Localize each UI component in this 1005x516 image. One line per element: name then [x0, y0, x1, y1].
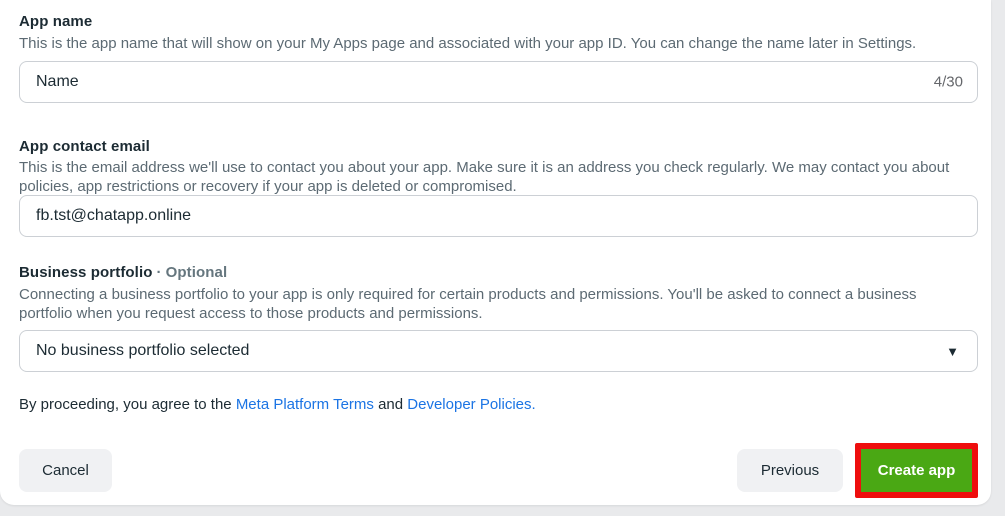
terms-prefix: By proceeding, you agree to the: [19, 396, 236, 413]
target-highlight-box: Create app: [855, 443, 978, 498]
contact-email-description: This is the email address we'll use to c…: [19, 158, 959, 196]
contact-email-field-wrap: [19, 195, 978, 237]
app-name-input[interactable]: [19, 61, 978, 103]
previous-button[interactable]: Previous: [737, 449, 843, 492]
developer-policies-link[interactable]: Developer Policies.: [407, 396, 535, 413]
optional-badge: Optional: [166, 264, 228, 281]
terms-conjunction: and: [374, 396, 407, 413]
business-portfolio-label: Business portfolio· Optional: [19, 264, 227, 281]
dialog-content: App name This is the app name that will …: [19, 0, 978, 505]
cancel-button[interactable]: Cancel: [19, 449, 112, 492]
business-portfolio-label-text: Business portfolio: [19, 264, 152, 281]
business-portfolio-description: Connecting a business portfolio to your …: [19, 285, 959, 323]
app-name-description: This is the app name that will show on y…: [19, 34, 959, 53]
business-portfolio-dropdown[interactable]: No business portfolio selected ▼: [19, 330, 978, 372]
create-app-button[interactable]: Create app: [861, 449, 972, 492]
app-name-field-wrap: 4/30: [19, 61, 978, 103]
contact-email-label: App contact email: [19, 138, 150, 155]
meta-platform-terms-link[interactable]: Meta Platform Terms: [236, 396, 374, 413]
label-separator: ·: [156, 264, 161, 281]
app-name-label: App name: [19, 13, 92, 30]
create-app-dialog: App name This is the app name that will …: [0, 0, 991, 505]
contact-email-input[interactable]: [19, 195, 978, 237]
caret-down-icon: ▼: [946, 345, 959, 358]
business-portfolio-selected-value: No business portfolio selected: [36, 342, 249, 360]
terms-agreement-text: By proceeding, you agree to the Meta Pla…: [19, 396, 536, 413]
page-background: App name This is the app name that will …: [0, 0, 1005, 516]
